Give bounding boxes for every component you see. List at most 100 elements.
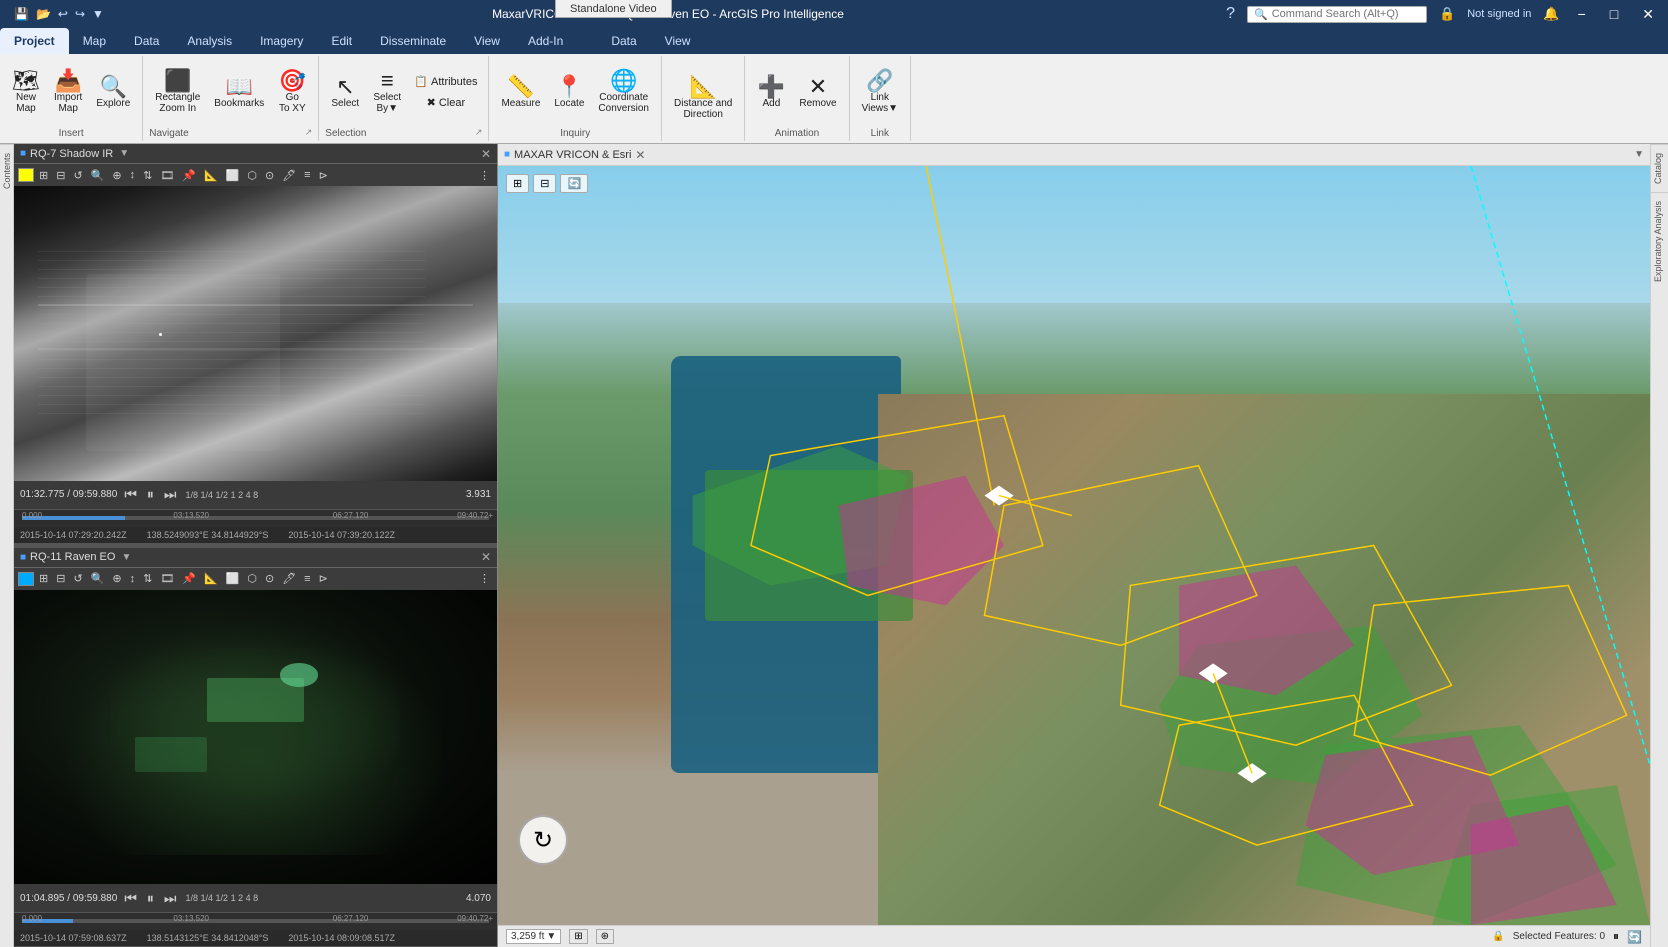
- vt-btn-5[interactable]: ⊕: [109, 168, 124, 183]
- vt-more-top[interactable]: ⋮: [476, 168, 493, 183]
- tab-addin[interactable]: Add-In: [514, 28, 577, 54]
- tab-project[interactable]: Project: [0, 28, 69, 54]
- catalog-tab[interactable]: Catalog: [1651, 144, 1668, 192]
- tab-edit[interactable]: Edit: [317, 28, 366, 54]
- minimize-button[interactable]: −: [1572, 6, 1592, 22]
- bvt-btn-7[interactable]: ⇅: [140, 571, 155, 586]
- clear-button[interactable]: ✖ Clear: [409, 93, 482, 112]
- map-close-button[interactable]: ✕: [635, 148, 645, 162]
- save-button[interactable]: 💾: [12, 6, 31, 22]
- statusbar-refresh-btn[interactable]: 🔄: [1627, 930, 1642, 944]
- map-compass-control[interactable]: ↻: [518, 815, 568, 865]
- bvt-btn-11[interactable]: ⬜: [223, 571, 243, 586]
- tab-disseminate[interactable]: Disseminate: [366, 28, 460, 54]
- vt-btn-8[interactable]: 🎞: [157, 168, 177, 183]
- color-picker-bottom[interactable]: [18, 572, 34, 586]
- search-input[interactable]: [1272, 8, 1412, 20]
- select-button[interactable]: ↖ Select: [325, 72, 365, 113]
- tab-view2[interactable]: View: [651, 28, 705, 54]
- rectangle-zoomin-button[interactable]: ⬛ RectangleZoom In: [149, 66, 206, 118]
- import-map-button[interactable]: 📥 ImportMap: [48, 66, 88, 118]
- bvt-btn-15[interactable]: ≡: [301, 571, 313, 586]
- vt-btn-13[interactable]: ⊙: [262, 168, 277, 183]
- exploratory-analysis-tab[interactable]: Exploratory Analysis: [1651, 192, 1668, 290]
- vt-btn-4[interactable]: 🔍: [88, 168, 108, 183]
- vt-btn-11[interactable]: ⬜: [223, 168, 243, 183]
- rewind-button-bottom[interactable]: ⏮: [121, 890, 140, 907]
- add-animation-button[interactable]: ➕ Add: [751, 72, 791, 113]
- help-button[interactable]: ?: [1226, 5, 1235, 23]
- selection-expand-icon[interactable]: ↗: [475, 127, 483, 138]
- video-close-bottom[interactable]: ✕: [481, 550, 491, 564]
- not-signed-in-label[interactable]: Not signed in: [1467, 8, 1531, 20]
- vt-btn-2[interactable]: ⊟: [53, 168, 68, 183]
- video-timeline-top[interactable]: 0.000 03:13.520 06:27.120 09:40.72+: [14, 509, 497, 527]
- open-button[interactable]: 📂: [34, 6, 53, 22]
- explore-button[interactable]: 🔍 Explore: [90, 72, 136, 113]
- video-close-top[interactable]: ✕: [481, 147, 491, 161]
- scale-btn-2[interactable]: ⊛: [596, 929, 614, 944]
- bvt-btn-5[interactable]: ⊕: [109, 571, 124, 586]
- close-button[interactable]: ✕: [1636, 6, 1660, 23]
- contents-tab[interactable]: Contents: [0, 144, 13, 197]
- vt-btn-16[interactable]: ⊳: [316, 168, 331, 183]
- coordinate-conversion-button[interactable]: 🌐 CoordinateConversion: [592, 66, 655, 118]
- video-timeline-bottom[interactable]: 0.000 03:13.520 06:27.120 09:40.72+: [14, 912, 497, 930]
- standalone-video-tab[interactable]: Standalone Video: [555, 0, 672, 18]
- pause-button-top[interactable]: ⏸: [144, 486, 157, 503]
- notification-bell-icon[interactable]: 🔔: [1543, 6, 1559, 22]
- scale-selector[interactable]: 3,259 ft ▼: [506, 929, 561, 944]
- bvt-btn-1[interactable]: ⊞: [36, 571, 51, 586]
- command-search[interactable]: 🔍: [1247, 6, 1427, 23]
- distance-direction-button[interactable]: 📐 Distance andDirection: [668, 72, 738, 124]
- play-button-top[interactable]: ⏭: [161, 486, 180, 503]
- tab-data2[interactable]: Data: [597, 28, 650, 54]
- bvt-btn-14[interactable]: 🖊: [279, 571, 299, 586]
- tab-map[interactable]: Map: [69, 28, 120, 54]
- redo-button[interactable]: ↪: [73, 6, 87, 22]
- customize-button[interactable]: ▼: [90, 6, 106, 22]
- map-dropdown-button[interactable]: ▼: [1634, 149, 1644, 160]
- bvt-btn-4[interactable]: 🔍: [88, 571, 108, 586]
- remove-animation-button[interactable]: ✕ Remove: [793, 72, 842, 113]
- bvt-btn-6[interactable]: ↕: [127, 571, 139, 586]
- go-to-xy-button[interactable]: 🎯 GoTo XY: [272, 66, 312, 118]
- statusbar-pause-btn[interactable]: ⏸: [1613, 929, 1619, 944]
- pause-button-bottom[interactable]: ⏸: [144, 890, 157, 907]
- bvt-btn-2[interactable]: ⊟: [53, 571, 68, 586]
- bvt-btn-3[interactable]: ↺: [70, 571, 85, 586]
- vt-more-bottom[interactable]: ⋮: [476, 571, 493, 586]
- video-dropdown-bottom[interactable]: ▼: [121, 552, 131, 563]
- map-control-2[interactable]: ⊟: [533, 174, 556, 193]
- locate-button[interactable]: 📍 Locate: [548, 72, 590, 113]
- map-control-3[interactable]: 🔄: [560, 174, 588, 193]
- vt-btn-14[interactable]: 🖊: [279, 168, 299, 183]
- vt-btn-6[interactable]: ↕: [127, 168, 139, 183]
- map-content[interactable]: ⊞ ⊟ 🔄 ↻: [498, 166, 1650, 925]
- bvt-btn-8[interactable]: 🎞: [157, 571, 177, 586]
- map-control-1[interactable]: ⊞: [506, 174, 529, 193]
- measure-button[interactable]: 📏 Measure: [495, 72, 546, 113]
- bvt-btn-9[interactable]: 📌: [179, 571, 199, 586]
- vt-btn-3[interactable]: ↺: [70, 168, 85, 183]
- color-picker-top[interactable]: [18, 168, 34, 182]
- tab-imagery[interactable]: Imagery: [246, 28, 317, 54]
- maximize-button[interactable]: □: [1604, 6, 1624, 22]
- select-by-button[interactable]: ≡ SelectBy▼: [367, 66, 407, 118]
- vt-btn-1[interactable]: ⊞: [36, 168, 51, 183]
- scale-btn-1[interactable]: ⊞: [569, 929, 587, 944]
- bvt-btn-16[interactable]: ⊳: [316, 571, 331, 586]
- undo-button[interactable]: ↩: [56, 6, 70, 22]
- vt-btn-9[interactable]: 📌: [179, 168, 199, 183]
- link-views-button[interactable]: 🔗 LinkViews▼: [856, 66, 904, 118]
- tab-analysis[interactable]: Analysis: [173, 28, 246, 54]
- vt-btn-10[interactable]: 📐: [201, 168, 221, 183]
- tab-view[interactable]: View: [460, 28, 514, 54]
- rewind-button-top[interactable]: ⏮: [121, 486, 140, 503]
- bvt-btn-13[interactable]: ⊙: [262, 571, 277, 586]
- video-dropdown-top[interactable]: ▼: [119, 148, 129, 159]
- play-button-bottom[interactable]: ⏭: [161, 890, 180, 907]
- bvt-btn-10[interactable]: 📐: [201, 571, 221, 586]
- vt-btn-15[interactable]: ≡: [301, 168, 313, 183]
- bookmarks-button[interactable]: 📖 Bookmarks: [208, 72, 270, 113]
